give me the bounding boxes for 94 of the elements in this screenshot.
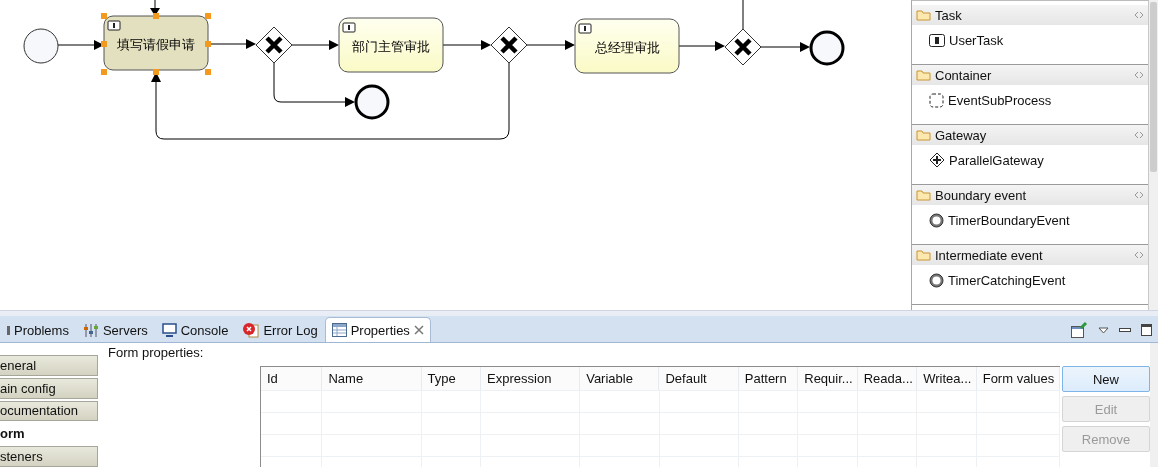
palette-drawer-header[interactable]: Container xyxy=(912,65,1148,86)
folder-icon xyxy=(916,129,932,141)
column-header[interactable]: Id xyxy=(261,367,323,390)
collapse-icon xyxy=(1134,11,1144,19)
column-header[interactable]: Expression xyxy=(481,367,581,390)
column-header[interactable]: Type xyxy=(421,367,482,390)
palette-drawer-header[interactable]: Gateway xyxy=(912,125,1148,146)
palette-drawer-header[interactable]: Task xyxy=(912,5,1148,26)
exclusive-gateway xyxy=(255,26,293,64)
section-tab[interactable]: orm xyxy=(0,423,98,445)
column-header[interactable]: Reada... xyxy=(857,367,918,390)
task-box[interactable] xyxy=(103,15,209,71)
tab-label: Servers xyxy=(102,322,148,338)
view-menu-icon[interactable] xyxy=(1098,326,1109,334)
view-tab[interactable]: Console xyxy=(154,317,236,342)
timer-icon xyxy=(929,212,944,228)
palette-item[interactable]: ParallelGateway xyxy=(912,150,1148,170)
palette-item-label: TimerBoundaryEvent xyxy=(948,212,1070,228)
task-label: 填写请假申请 xyxy=(117,37,195,52)
collapse-icon xyxy=(1134,251,1144,259)
task-box[interactable] xyxy=(338,17,444,73)
exclusive-gateway xyxy=(490,26,528,64)
tab-label: Error Log xyxy=(263,322,318,338)
palette-item-label: ParallelGateway xyxy=(949,152,1044,168)
column-header[interactable]: Requir... xyxy=(798,367,858,390)
tab-label: Console xyxy=(180,322,229,338)
section-tab[interactable]: steners xyxy=(0,446,98,467)
console-icon xyxy=(161,322,177,338)
end-event xyxy=(809,30,845,66)
user-task-icon xyxy=(929,33,945,47)
table-icon xyxy=(331,323,347,337)
folder-icon xyxy=(916,69,932,81)
collapse-icon xyxy=(1134,191,1144,199)
timer-icon xyxy=(929,272,944,288)
column-header[interactable]: Pattern xyxy=(738,367,799,390)
minimize-icon[interactable] xyxy=(1119,327,1131,333)
selection-handle[interactable] xyxy=(101,41,107,47)
palette-item[interactable]: TimerBoundaryEvent xyxy=(912,210,1148,230)
servers-icon xyxy=(82,322,99,338)
palette-item-label: TimerCatchingEvent xyxy=(948,272,1066,288)
sequence-flow xyxy=(442,40,491,50)
end-event xyxy=(354,84,390,120)
sequence-flow xyxy=(291,40,339,50)
folder-icon xyxy=(916,9,932,21)
palette-item-label: UserTask xyxy=(949,32,1004,48)
error-log-icon xyxy=(242,321,260,339)
palette-item-label: EventSubProcess xyxy=(948,92,1052,108)
view-tab[interactable]: Error Log xyxy=(235,317,325,342)
folder-icon xyxy=(916,189,932,201)
selection-handle[interactable] xyxy=(205,13,211,19)
column-header[interactable]: Default xyxy=(659,367,739,390)
task-label: 总经理审批 xyxy=(594,40,660,55)
collapse-icon xyxy=(1134,71,1144,79)
folder-icon xyxy=(916,249,932,261)
column-header[interactable]: Form values xyxy=(976,367,1060,390)
sequence-flow xyxy=(57,40,104,50)
exclusive-gateway xyxy=(724,28,762,66)
view-tab[interactable]: Servers xyxy=(75,317,155,342)
palette-item[interactable]: EventSubProcess xyxy=(912,90,1148,110)
sequence-flow xyxy=(526,40,575,50)
selection-handle[interactable] xyxy=(153,13,159,19)
parallel-gateway-icon xyxy=(929,152,945,168)
tab-label: Properties xyxy=(350,322,410,338)
sequence-flow xyxy=(677,41,725,51)
selection-handle[interactable] xyxy=(205,69,211,75)
palette-drawer-header[interactable]: Boundary event xyxy=(912,185,1148,206)
column-header[interactable]: Variable xyxy=(580,367,660,390)
palette-item[interactable]: TimerCatchingEvent xyxy=(912,270,1148,290)
tab-label: Problems xyxy=(14,322,69,338)
selection-handle[interactable] xyxy=(153,69,159,75)
palette-drawer-header[interactable]: Intermediate event xyxy=(912,245,1148,266)
task-label: 部门主管审批 xyxy=(352,39,430,54)
task-box[interactable] xyxy=(574,18,680,74)
maximize-icon[interactable] xyxy=(1141,324,1152,336)
selection-handle[interactable] xyxy=(205,41,211,47)
section-tab[interactable]: ain config xyxy=(0,377,98,399)
dashed-box-icon xyxy=(929,92,944,108)
view-tab[interactable]: Problems xyxy=(0,317,76,342)
pin-window-icon[interactable] xyxy=(1071,322,1088,338)
selection-handle[interactable] xyxy=(101,69,107,75)
view-tab[interactable]: Properties xyxy=(324,317,431,342)
section-title: Form properties: xyxy=(108,345,205,360)
sequence-flow xyxy=(760,42,810,52)
close-icon[interactable] xyxy=(413,325,424,335)
form-button[interactable]: New xyxy=(1062,366,1150,392)
column-header[interactable]: Name xyxy=(322,367,422,390)
section-tab[interactable]: eneral xyxy=(0,355,98,376)
column-header[interactable]: Writea... xyxy=(917,367,977,390)
start-event xyxy=(23,28,59,64)
palette-item[interactable]: UserTask xyxy=(912,30,1148,50)
sequence-flow xyxy=(150,0,160,16)
selection-handle[interactable] xyxy=(101,13,107,19)
collapse-icon xyxy=(1134,131,1144,139)
section-tab[interactable]: ocumentation xyxy=(0,400,98,422)
